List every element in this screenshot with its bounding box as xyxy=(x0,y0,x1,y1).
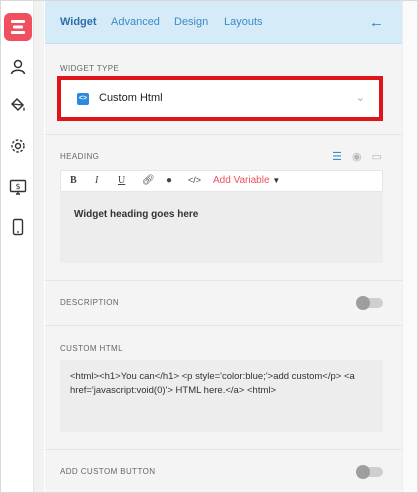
heading-label: HEADING xyxy=(60,152,100,161)
divider xyxy=(45,325,402,326)
toggle-knob xyxy=(356,465,370,479)
tab-advanced[interactable]: Advanced xyxy=(111,16,160,28)
code-view-icon[interactable]: </> xyxy=(188,175,201,185)
svg-text:$: $ xyxy=(15,182,20,191)
tab-layouts[interactable]: Layouts xyxy=(224,16,263,28)
tab-widget[interactable]: Widget xyxy=(60,16,97,28)
description-toggle[interactable] xyxy=(356,296,383,310)
user-icon[interactable] xyxy=(4,53,32,81)
paint-bucket-icon[interactable] xyxy=(4,91,32,119)
description-label: DESCRIPTION xyxy=(60,298,120,307)
back-arrow-icon[interactable]: ← xyxy=(369,14,384,31)
toggle-knob xyxy=(356,296,370,310)
custom-html-editor[interactable]: <html><h1>You can</h1> <p style='color:b… xyxy=(60,360,383,432)
divider xyxy=(45,134,402,135)
rich-text-toolbar: B I U 🔗︎ ● </> Add Variable ▼ xyxy=(60,170,383,192)
code-icon: <> xyxy=(77,93,89,105)
tab-design[interactable]: Design xyxy=(174,16,208,28)
divider xyxy=(45,449,402,450)
chevron-down-icon: ⌄ xyxy=(355,92,365,104)
text-lines-icon[interactable]: ☰ xyxy=(332,150,342,163)
panel-header: Widget Advanced Design Layouts ← xyxy=(45,1,402,44)
widget-type-value: Custom Html xyxy=(99,92,163,104)
widget-icon[interactable] xyxy=(4,13,32,41)
scrollbar-track[interactable] xyxy=(402,1,417,492)
underline-button[interactable]: U xyxy=(118,175,125,186)
divider xyxy=(45,280,402,281)
money-screen-icon[interactable]: $ xyxy=(4,173,32,201)
italic-button[interactable]: I xyxy=(95,175,98,186)
widget-type-label: WIDGET TYPE xyxy=(60,64,120,73)
gear-icon[interactable] xyxy=(4,132,32,160)
custom-button-label: ADD CUSTOM BUTTON xyxy=(60,467,156,476)
custom-button-toggle[interactable] xyxy=(356,465,383,479)
settings-panel: WIDGET TYPE <> Custom Html ⌄ HEADING ☰ ◉… xyxy=(45,44,402,492)
heading-tools: ☰ ◉ ▭ xyxy=(332,150,382,163)
custom-html-label: CUSTOM HTML xyxy=(60,344,123,353)
color-drop-icon[interactable]: ● xyxy=(166,175,172,186)
rail-gap xyxy=(34,1,44,492)
mobile-icon[interactable] xyxy=(4,213,32,241)
link-icon[interactable]: 🔗︎ xyxy=(142,175,155,186)
add-variable-label: Add Variable xyxy=(213,175,270,186)
caret-down-icon: ▼ xyxy=(272,176,281,185)
camera-icon[interactable]: ◉ xyxy=(352,150,362,163)
add-variable-dropdown[interactable]: Add Variable ▼ xyxy=(213,175,280,186)
heading-editor[interactable]: Widget heading goes here xyxy=(60,192,383,263)
custom-html-text: <html><h1>You can</h1> <p style='color:b… xyxy=(70,371,355,396)
left-rail: $ xyxy=(1,1,34,492)
video-icon[interactable]: ▭ xyxy=(372,150,382,163)
widget-type-select[interactable]: <> Custom Html ⌄ xyxy=(57,76,383,121)
bold-button[interactable]: B xyxy=(70,175,77,186)
heading-text: Widget heading goes here xyxy=(74,209,199,220)
